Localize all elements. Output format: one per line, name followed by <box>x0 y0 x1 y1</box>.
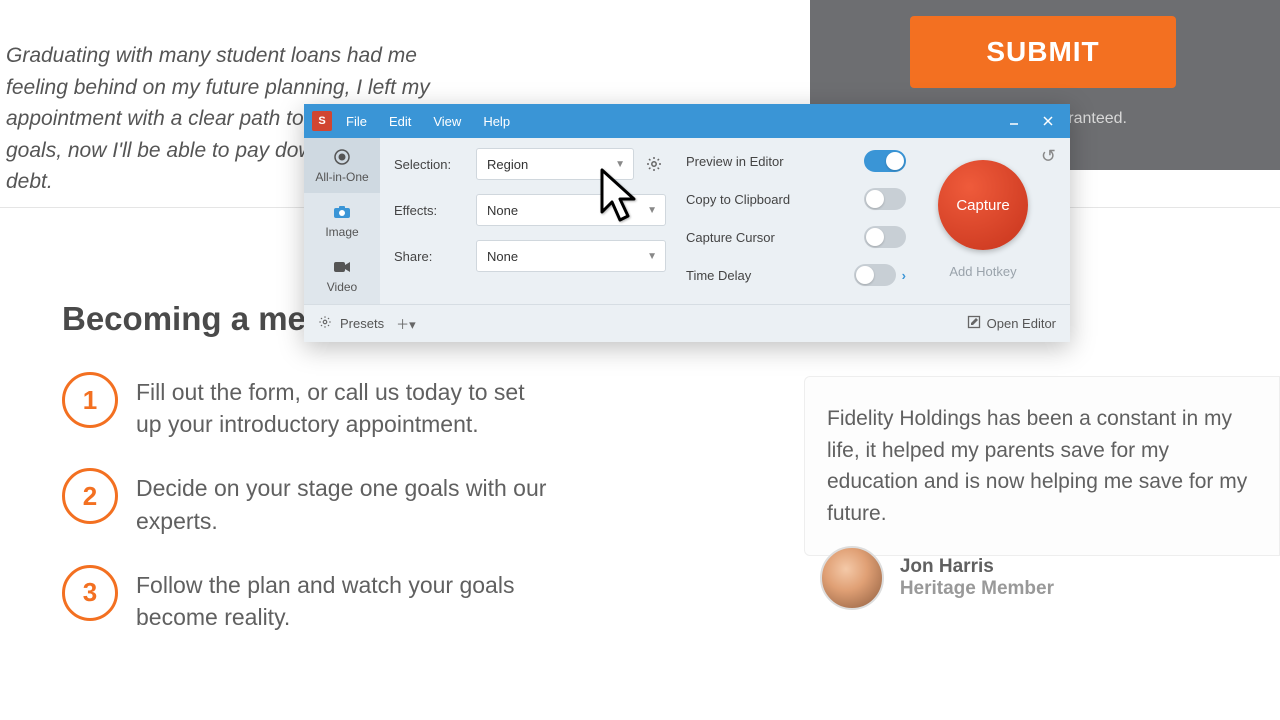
step-number-badge: 2 <box>62 468 118 524</box>
menu-file[interactable]: File <box>338 114 375 129</box>
dropdown-value: None <box>487 203 518 218</box>
minimize-button[interactable] <box>1000 111 1028 131</box>
target-icon <box>333 148 351 166</box>
add-preset-button[interactable]: ＋▾ <box>396 314 416 333</box>
step-item: 3 Follow the plan and watch your goals b… <box>62 565 556 633</box>
step-number-badge: 1 <box>62 372 118 428</box>
submit-button[interactable]: SUBMIT <box>910 16 1176 88</box>
toggle-delay-label: Time Delay <box>686 268 751 283</box>
mode-all-in-one[interactable]: All-in-One <box>304 138 380 193</box>
toggles-column: Preview in Editor Copy to Clipboard Capt… <box>680 138 910 304</box>
step-item: 1 Fill out the form, or call us today to… <box>62 372 556 440</box>
chevron-down-icon: ▼ <box>615 159 625 170</box>
app-logo-icon: S <box>312 111 332 131</box>
capture-button[interactable]: Capture <box>938 160 1028 250</box>
mode-label: Image <box>325 225 358 239</box>
toggle-clipboard-label: Copy to Clipboard <box>686 192 790 207</box>
chevron-down-icon: ▼ <box>647 251 657 262</box>
mode-image[interactable]: Image <box>304 193 380 248</box>
dropdown-value: Region <box>487 157 528 172</box>
bottom-bar: Presets ＋▾ Open Editor <box>304 304 1070 342</box>
open-editor-label: Open Editor <box>987 316 1056 331</box>
presets-button[interactable]: Presets <box>340 316 384 331</box>
step-text: Follow the plan and watch your goals bec… <box>136 565 556 633</box>
mode-tabs: All-in-One Image Video <box>304 138 380 304</box>
share-label: Share: <box>394 249 468 264</box>
toggle-cursor-label: Capture Cursor <box>686 230 775 245</box>
add-hotkey-link[interactable]: Add Hotkey <box>949 264 1016 279</box>
menu-edit[interactable]: Edit <box>381 114 419 129</box>
step-item: 2 Decide on your stage one goals with ou… <box>62 468 556 536</box>
video-icon <box>333 258 351 276</box>
undo-icon[interactable]: ↺ <box>1041 146 1056 167</box>
toggle-preview-label: Preview in Editor <box>686 154 784 169</box>
step-text: Fill out the form, or call us today to s… <box>136 372 556 440</box>
selection-settings-gear[interactable] <box>642 152 666 176</box>
toggle-preview[interactable] <box>864 150 906 172</box>
person-name: Jon Harris <box>900 556 1054 578</box>
time-delay-expand-icon[interactable]: › <box>902 268 906 283</box>
dropdown-value: None <box>487 249 518 264</box>
effects-dropdown[interactable]: None ▼ <box>476 194 666 226</box>
steps-list: 1 Fill out the form, or call us today to… <box>62 372 556 661</box>
effects-label: Effects: <box>394 203 468 218</box>
selection-label: Selection: <box>394 157 468 172</box>
settings-column: Selection: Region ▼ Effects: None ▼ Shar… <box>380 138 680 304</box>
chevron-down-icon: ▼ <box>647 205 657 216</box>
toggle-clipboard[interactable] <box>864 188 906 210</box>
selection-dropdown[interactable]: Region ▼ <box>476 148 634 180</box>
share-dropdown[interactable]: None ▼ <box>476 240 666 272</box>
camera-icon <box>333 203 351 221</box>
step-number-badge: 3 <box>62 565 118 621</box>
mode-video[interactable]: Video <box>304 249 380 304</box>
toggle-delay[interactable] <box>854 264 896 286</box>
snagit-window: S File Edit View Help All-in-One Image V… <box>304 104 1070 342</box>
step-text: Decide on your stage one goals with our … <box>136 468 556 536</box>
testimonial-text: Fidelity Holdings has been a constant in… <box>827 403 1261 529</box>
close-button[interactable] <box>1034 111 1062 131</box>
testimonial-card: Fidelity Holdings has been a constant in… <box>804 376 1280 556</box>
gear-icon <box>318 315 332 332</box>
menu-view[interactable]: View <box>425 114 469 129</box>
mode-label: All-in-One <box>315 170 368 184</box>
edit-icon <box>967 315 981 332</box>
capture-column: ↺ Capture Add Hotkey <box>910 138 1070 304</box>
mode-label: Video <box>327 280 357 294</box>
testimonial-person: Jon Harris Heritage Member <box>820 546 1054 610</box>
avatar <box>820 546 884 610</box>
titlebar[interactable]: S File Edit View Help <box>304 104 1070 138</box>
toggle-cursor[interactable] <box>864 226 906 248</box>
person-role: Heritage Member <box>900 578 1054 600</box>
menu-help[interactable]: Help <box>475 114 518 129</box>
open-editor-button[interactable]: Open Editor <box>967 315 1056 332</box>
